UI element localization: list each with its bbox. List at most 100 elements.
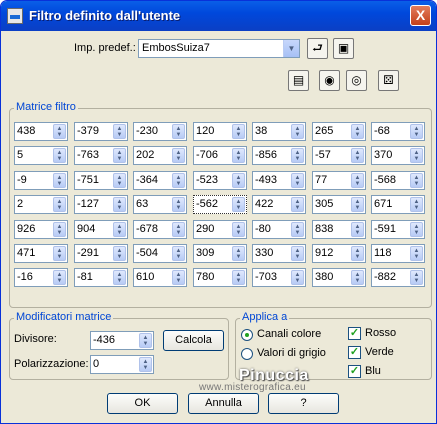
matrix-cell-spinner[interactable]: 780 ▲ ▼ [193, 268, 247, 287]
matrix-cell-spinner[interactable]: 265 ▲ ▼ [312, 122, 366, 141]
matrix-cell-spinner[interactable]: -16 ▲ ▼ [14, 268, 68, 287]
spin-arrows-icon[interactable]: ▲ ▼ [410, 197, 423, 212]
spin-arrows-icon[interactable]: ▲ ▼ [53, 270, 66, 285]
matrix-cell-spinner[interactable]: -364 ▲ ▼ [133, 171, 187, 190]
matrix-cell-spinner[interactable]: 671 ▲ ▼ [371, 195, 425, 214]
spin-arrows-icon[interactable]: ▲ ▼ [351, 173, 364, 188]
preset-dropdown[interactable]: EmbosSuiza7 ▼ [138, 39, 300, 58]
matrix-cell-spinner[interactable]: 610 ▲ ▼ [133, 268, 187, 287]
matrix-cell-spinner[interactable]: -763 ▲ ▼ [74, 146, 128, 165]
spin-arrows-icon[interactable]: ▲ ▼ [351, 148, 364, 163]
spin-arrows-icon[interactable]: ▲ ▼ [351, 124, 364, 139]
spin-arrows-icon[interactable]: ▲ ▼ [53, 197, 66, 212]
randomize-button[interactable]: ⚄ [378, 70, 399, 91]
matrix-cell-spinner[interactable]: -856 ▲ ▼ [252, 146, 306, 165]
spin-arrows-icon[interactable]: ▲ ▼ [172, 148, 185, 163]
spin-arrows-icon[interactable]: ▲ ▼ [113, 246, 126, 261]
matrix-cell-spinner[interactable]: -504 ▲ ▼ [133, 244, 187, 263]
spin-arrows-icon[interactable]: ▲ ▼ [351, 222, 364, 237]
spin-arrows-icon[interactable]: ▲ ▼ [113, 173, 126, 188]
matrix-cell-spinner[interactable]: -523 ▲ ▼ [193, 171, 247, 190]
toggle-matrix-button[interactable]: ▤ [288, 70, 309, 91]
grayscale-radio[interactable] [241, 348, 253, 360]
red-checkbox[interactable]: ✓ [348, 327, 361, 340]
matrix-cell-spinner[interactable]: -81 ▲ ▼ [74, 268, 128, 287]
matrix-cell-spinner[interactable]: 202 ▲ ▼ [133, 146, 187, 165]
spin-arrows-icon[interactable]: ▲ ▼ [139, 333, 152, 348]
spin-arrows-icon[interactable]: ▲ ▼ [172, 173, 185, 188]
spin-arrows-icon[interactable]: ▲ ▼ [53, 222, 66, 237]
spin-arrows-icon[interactable]: ▲ ▼ [232, 222, 245, 237]
spin-arrows-icon[interactable]: ▲ ▼ [232, 197, 245, 212]
spin-arrows-icon[interactable]: ▲ ▼ [53, 148, 66, 163]
spin-arrows-icon[interactable]: ▲ ▼ [232, 270, 245, 285]
matrix-cell-spinner[interactable]: -568 ▲ ▼ [371, 171, 425, 190]
spin-arrows-icon[interactable]: ▲ ▼ [172, 246, 185, 261]
spin-arrows-icon[interactable]: ▲ ▼ [139, 357, 152, 372]
matrix-cell-spinner[interactable]: -68 ▲ ▼ [371, 122, 425, 141]
matrix-cell-spinner[interactable]: 370 ▲ ▼ [371, 146, 425, 165]
green-checkbox[interactable]: ✓ [348, 346, 361, 359]
spin-arrows-icon[interactable]: ▲ ▼ [113, 148, 126, 163]
matrix-cell-spinner[interactable]: 305 ▲ ▼ [312, 195, 366, 214]
matrix-cell-spinner[interactable]: 5 ▲ ▼ [14, 146, 68, 165]
matrix-cell-spinner[interactable]: -57 ▲ ▼ [312, 146, 366, 165]
divisor-spinner[interactable]: -436 ▲ ▼ [90, 331, 154, 350]
matrix-cell-spinner[interactable]: 904 ▲ ▼ [74, 220, 128, 239]
spin-arrows-icon[interactable]: ▲ ▼ [410, 246, 423, 261]
matrix-cell-spinner[interactable]: 2 ▲ ▼ [14, 195, 68, 214]
matrix-cell-spinner[interactable]: 118 ▲ ▼ [371, 244, 425, 263]
spin-arrows-icon[interactable]: ▲ ▼ [291, 270, 304, 285]
matrix-cell-spinner[interactable]: -703 ▲ ▼ [252, 268, 306, 287]
spin-arrows-icon[interactable]: ▲ ▼ [291, 197, 304, 212]
matrix-cell-spinner[interactable]: -562 ▲ ▼ [193, 195, 247, 214]
spin-arrows-icon[interactable]: ▲ ▼ [291, 173, 304, 188]
matrix-cell-spinner[interactable]: 422 ▲ ▼ [252, 195, 306, 214]
color-channels-radio[interactable] [241, 329, 253, 341]
spin-arrows-icon[interactable]: ▲ ▼ [410, 173, 423, 188]
spin-arrows-icon[interactable]: ▲ ▼ [351, 270, 364, 285]
matrix-cell-spinner[interactable]: -591 ▲ ▼ [371, 220, 425, 239]
matrix-cell-spinner[interactable]: 471 ▲ ▼ [14, 244, 68, 263]
help-button[interactable]: ? [268, 393, 339, 414]
cancel-button[interactable]: Annulla [188, 393, 259, 414]
matrix-cell-spinner[interactable]: 309 ▲ ▼ [193, 244, 247, 263]
spin-arrows-icon[interactable]: ▲ ▼ [410, 222, 423, 237]
blue-checkbox[interactable]: ✓ [348, 365, 361, 378]
spin-arrows-icon[interactable]: ▲ ▼ [172, 124, 185, 139]
spin-arrows-icon[interactable]: ▲ ▼ [291, 246, 304, 261]
spin-arrows-icon[interactable]: ▲ ▼ [410, 270, 423, 285]
spin-arrows-icon[interactable]: ▲ ▼ [113, 197, 126, 212]
spin-arrows-icon[interactable]: ▲ ▼ [232, 173, 245, 188]
matrix-cell-spinner[interactable]: 912 ▲ ▼ [312, 244, 366, 263]
spin-arrows-icon[interactable]: ▲ ▼ [410, 124, 423, 139]
matrix-cell-spinner[interactable]: 38 ▲ ▼ [252, 122, 306, 141]
spin-arrows-icon[interactable]: ▲ ▼ [53, 124, 66, 139]
bias-spinner[interactable]: 0 ▲ ▼ [90, 355, 154, 374]
spin-arrows-icon[interactable]: ▲ ▼ [291, 148, 304, 163]
spin-arrows-icon[interactable]: ▲ ▼ [113, 124, 126, 139]
matrix-cell-spinner[interactable]: -493 ▲ ▼ [252, 171, 306, 190]
preview-toggle-button[interactable]: ◉ [319, 70, 340, 91]
matrix-cell-spinner[interactable]: -9 ▲ ▼ [14, 171, 68, 190]
matrix-cell-spinner[interactable]: -230 ▲ ▼ [133, 122, 187, 141]
matrix-cell-spinner[interactable]: -882 ▲ ▼ [371, 268, 425, 287]
spin-arrows-icon[interactable]: ▲ ▼ [232, 148, 245, 163]
matrix-cell-spinner[interactable]: 330 ▲ ▼ [252, 244, 306, 263]
spin-arrows-icon[interactable]: ▲ ▼ [172, 270, 185, 285]
spin-arrows-icon[interactable]: ▲ ▼ [232, 246, 245, 261]
spin-arrows-icon[interactable]: ▲ ▼ [172, 222, 185, 237]
matrix-cell-spinner[interactable]: -80 ▲ ▼ [252, 220, 306, 239]
matrix-cell-spinner[interactable]: -379 ▲ ▼ [74, 122, 128, 141]
spin-arrows-icon[interactable]: ▲ ▼ [53, 173, 66, 188]
spin-arrows-icon[interactable]: ▲ ▼ [291, 222, 304, 237]
chevron-down-icon[interactable]: ▼ [283, 40, 299, 57]
matrix-cell-spinner[interactable]: 926 ▲ ▼ [14, 220, 68, 239]
spin-arrows-icon[interactable]: ▲ ▼ [410, 148, 423, 163]
spin-arrows-icon[interactable]: ▲ ▼ [113, 222, 126, 237]
matrix-cell-spinner[interactable]: 380 ▲ ▼ [312, 268, 366, 287]
spin-arrows-icon[interactable]: ▲ ▼ [232, 124, 245, 139]
spin-arrows-icon[interactable]: ▲ ▼ [351, 246, 364, 261]
load-preset-button[interactable]: ⮐ [307, 38, 328, 59]
spin-arrows-icon[interactable]: ▲ ▼ [291, 124, 304, 139]
